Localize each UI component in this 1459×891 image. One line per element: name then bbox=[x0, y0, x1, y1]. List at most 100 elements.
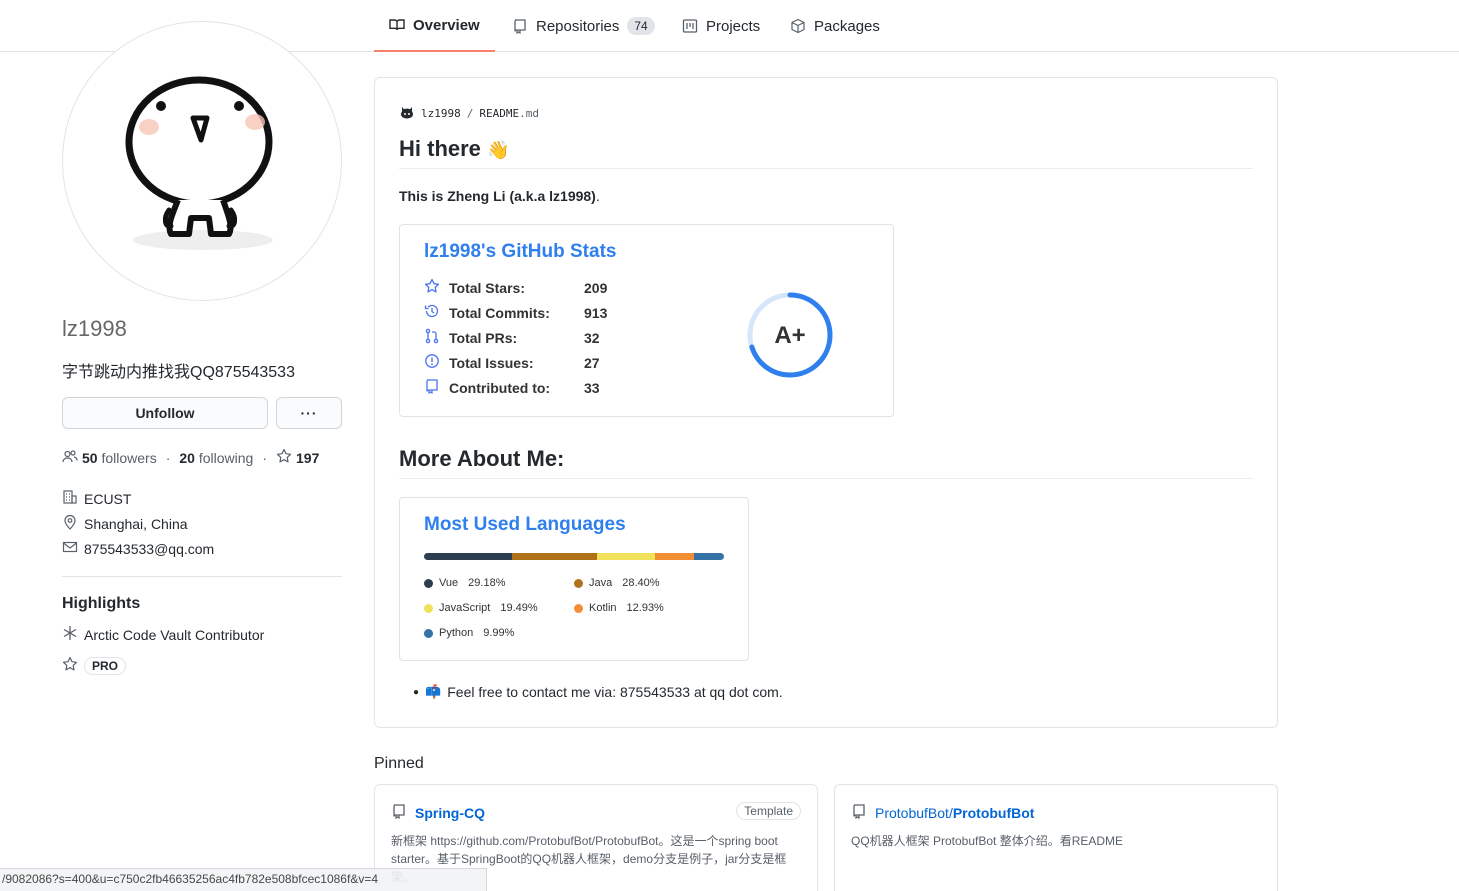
pinned-title: Pinned bbox=[374, 755, 424, 772]
stat-row-issues: Total Issues: 27 bbox=[424, 353, 600, 372]
language-name: Java bbox=[589, 577, 613, 589]
stars-count: 197 bbox=[296, 449, 320, 466]
language-percent: 19.49% bbox=[500, 602, 538, 614]
avatar[interactable] bbox=[62, 21, 342, 301]
readme-file-link[interactable]: README.md bbox=[479, 107, 539, 120]
more-about-heading: More About Me: bbox=[399, 446, 1253, 479]
top-languages-card[interactable]: Most Used Languages Vue 29.18% Java 28.40%… bbox=[399, 497, 749, 661]
stat-label: Total Stars: bbox=[449, 279, 525, 296]
highlight-arctic-label: Arctic Code Vault Contributor bbox=[84, 626, 265, 643]
language-name: Python bbox=[439, 627, 474, 639]
readme-path-separator: / bbox=[466, 107, 474, 120]
intro-period: . bbox=[595, 188, 600, 204]
followers-label: followers bbox=[101, 449, 157, 466]
stat-label: Contributed to: bbox=[449, 379, 551, 396]
contact-text: Feel free to contact me via: 875543533 a… bbox=[447, 684, 783, 700]
profile-email[interactable]: 875543533@qq.com bbox=[62, 539, 214, 558]
readme-greeting: Hi there 👋 bbox=[399, 136, 1253, 169]
language-percent: 29.18% bbox=[468, 577, 506, 589]
highlight-arctic[interactable]: Arctic Code Vault Contributor bbox=[62, 625, 264, 644]
tab-overview-label: Overview bbox=[413, 16, 480, 34]
tab-packages-label: Packages bbox=[814, 17, 880, 35]
readme-intro: This is Zheng Li (a.k.a lz1998). bbox=[399, 188, 600, 204]
pinned-repo-link[interactable]: ProtobufBot/ProtobufBot bbox=[851, 803, 1034, 822]
stat-value: 32 bbox=[584, 329, 600, 346]
pinned-repo-name: Spring-CQ bbox=[415, 804, 485, 821]
package-icon bbox=[790, 18, 806, 34]
language-dot bbox=[424, 603, 433, 613]
languages-progress-bar bbox=[424, 553, 724, 560]
language-dot bbox=[424, 578, 433, 588]
language-percent: 9.99% bbox=[483, 627, 515, 639]
language-bar-segment bbox=[424, 553, 512, 560]
language-dot bbox=[424, 628, 433, 638]
pinned-repo-description: QQ机器人框架 ProtobufBot 整体介绍。看README bbox=[851, 834, 1124, 848]
language-dot bbox=[574, 578, 583, 588]
bullet: ● bbox=[413, 686, 420, 698]
languages-title: Most Used Languages bbox=[424, 514, 626, 535]
language-bar-segment bbox=[655, 553, 694, 560]
project-icon bbox=[682, 18, 698, 34]
contact-line: ● 📫 Feel free to contact me via: 8755435… bbox=[413, 684, 783, 700]
followers-link[interactable]: 50 followers bbox=[82, 450, 157, 466]
language-percent: 12.93% bbox=[626, 602, 664, 614]
location-icon bbox=[62, 514, 78, 533]
status-bar-url: /9082086?s=400&u=c750c2fb46635256ac4fb78… bbox=[0, 868, 487, 891]
pinned-repo-owner: ProtobufBot/ bbox=[875, 804, 953, 821]
language-name: JavaScript bbox=[439, 602, 491, 614]
language-item-vue: Vue 29.18% bbox=[424, 577, 505, 589]
rank-ring: A+ bbox=[746, 291, 834, 379]
language-bar-segment bbox=[596, 553, 656, 560]
language-percent: 28.40% bbox=[622, 577, 660, 589]
stat-value: 27 bbox=[584, 354, 600, 371]
repo-icon bbox=[512, 18, 528, 34]
github-stats-card[interactable]: lz1998's GitHub Stats Total Stars: 209 T… bbox=[399, 224, 894, 417]
readme-file-base: README bbox=[479, 107, 520, 120]
stat-label: Total Commits: bbox=[449, 304, 550, 321]
organization-icon bbox=[62, 489, 78, 508]
readme-owner-link[interactable]: lz1998 bbox=[421, 107, 461, 120]
more-options-button[interactable]: ··· bbox=[276, 397, 342, 429]
tab-repositories[interactable]: Repositories 74 bbox=[512, 0, 655, 52]
language-name: Kotlin bbox=[589, 602, 617, 614]
stat-value: 33 bbox=[584, 379, 600, 396]
rank-grade: A+ bbox=[774, 322, 805, 349]
intro-text: This is Zheng Li (a.k.a lz1998) bbox=[399, 188, 596, 204]
language-item-java: Java 28.40% bbox=[574, 577, 660, 589]
following-link[interactable]: 20 following bbox=[179, 450, 253, 466]
tab-projects[interactable]: Projects bbox=[682, 0, 760, 52]
repo-icon bbox=[391, 803, 407, 822]
tab-repositories-label: Repositories bbox=[536, 17, 620, 35]
email-link[interactable]: 875543533@qq.com bbox=[84, 541, 214, 557]
followers-count: 50 bbox=[82, 449, 98, 466]
follow-stats: 50 followers · 20 following · 197 bbox=[62, 448, 319, 467]
issue-icon bbox=[424, 353, 440, 372]
people-icon bbox=[62, 448, 78, 467]
mail-icon bbox=[62, 539, 78, 558]
separator-dot: · bbox=[165, 449, 171, 466]
star-icon bbox=[62, 656, 78, 675]
repo-icon bbox=[851, 803, 867, 822]
stars-link[interactable]: 197 bbox=[276, 448, 319, 467]
readme-file-ext: .md bbox=[519, 107, 539, 120]
profile-organization: ECUST bbox=[62, 489, 131, 508]
language-item-kotlin: Kotlin 12.93% bbox=[574, 602, 664, 614]
language-item-python: Python 9.99% bbox=[424, 627, 514, 639]
star-icon bbox=[276, 448, 292, 467]
language-name: Vue bbox=[439, 577, 459, 589]
language-dot bbox=[574, 603, 583, 613]
following-count: 20 bbox=[179, 449, 195, 466]
repo-icon bbox=[424, 378, 440, 397]
stats-title: lz1998's GitHub Stats bbox=[424, 241, 617, 262]
star-icon bbox=[424, 278, 440, 297]
tab-packages[interactable]: Packages bbox=[790, 0, 880, 52]
pinned-repo-link[interactable]: Spring-CQ bbox=[391, 803, 485, 822]
tab-projects-label: Projects bbox=[706, 17, 761, 35]
highlight-pro[interactable]: PRO bbox=[62, 656, 127, 675]
profile-location: Shanghai, China bbox=[62, 514, 188, 533]
unfollow-button[interactable]: Unfollow bbox=[62, 397, 268, 429]
tab-overview[interactable]: Overview bbox=[374, 0, 495, 52]
highlights-title: Highlights bbox=[62, 595, 141, 612]
profile-readme: lz1998 / README.md Hi there 👋 This is Zh… bbox=[374, 77, 1278, 728]
pinned-repo-card: ProtobufBot/ProtobufBot QQ机器人框架 Protobuf… bbox=[834, 784, 1278, 891]
